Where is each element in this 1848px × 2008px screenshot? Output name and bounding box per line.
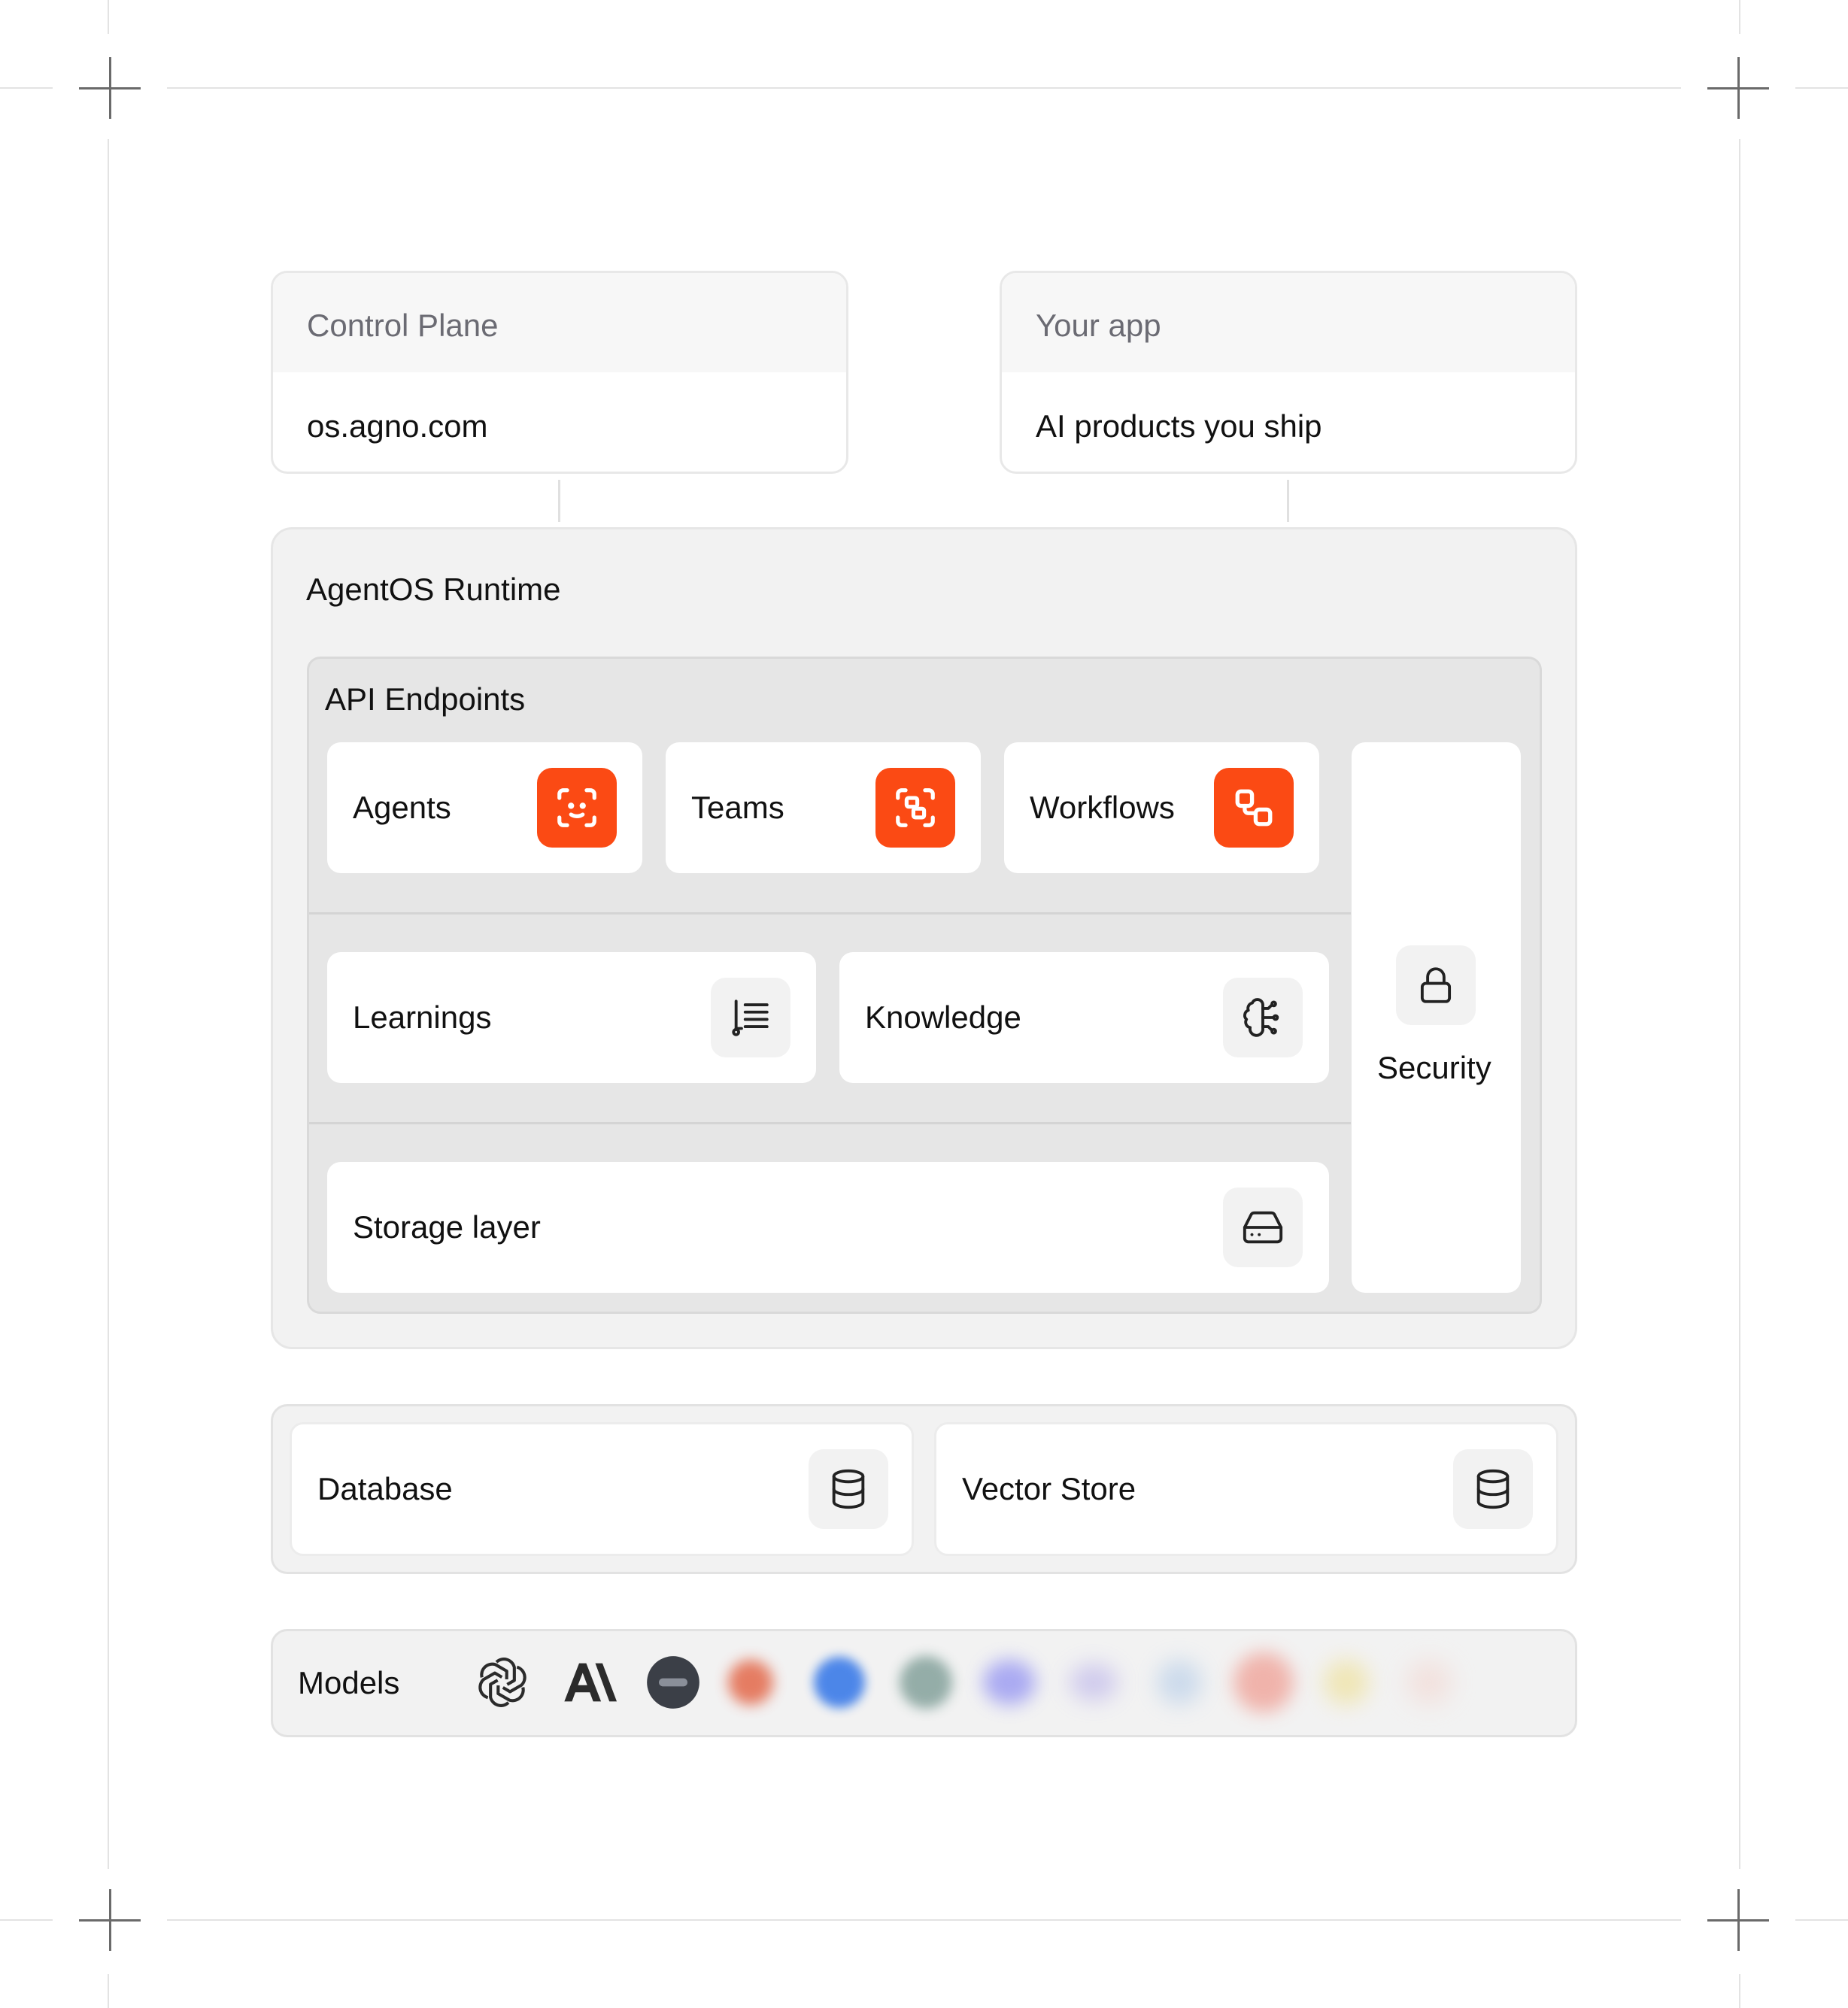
frame-line-top <box>1795 87 1848 89</box>
security-card[interactable] <box>1352 742 1521 1293</box>
anthropic-logo <box>560 1654 617 1711</box>
control-plane-card[interactable]: Control Plane os.agno.com <box>271 271 848 474</box>
learnings-label: Learnings <box>353 999 492 1035</box>
workflow-icon <box>1214 768 1294 848</box>
model-logo-7 <box>983 1660 1036 1705</box>
storage-layer-card[interactable]: Storage layer <box>327 1162 1329 1293</box>
connector-line <box>1287 480 1289 522</box>
runtime-title: AgentOS Runtime <box>306 572 561 607</box>
connector-line <box>558 480 560 522</box>
storage-layer-label: Storage layer <box>353 1209 541 1245</box>
brain-circuit-icon <box>1223 978 1303 1057</box>
workflows-card[interactable]: Workflows <box>1004 742 1319 873</box>
vector-store-card[interactable]: Vector Store <box>934 1422 1558 1556</box>
openai-logo <box>474 1654 531 1711</box>
workflows-label: Workflows <box>1030 790 1175 825</box>
knowledge-label: Knowledge <box>865 999 1021 1035</box>
frame-line-right <box>1739 1974 1740 2008</box>
model-logo-12 <box>1406 1660 1452 1705</box>
security-label: Security <box>1377 1050 1491 1085</box>
frame-line-bottom <box>167 1919 1681 1921</box>
team-scan-icon <box>875 768 955 848</box>
knowledge-card[interactable]: Knowledge <box>839 952 1329 1083</box>
vector-store-label: Vector Store <box>962 1471 1136 1506</box>
model-logo-6 <box>900 1656 952 1709</box>
frame-line-left <box>108 1974 109 2008</box>
model-logo-11 <box>1324 1660 1369 1705</box>
model-logo-5 <box>814 1657 865 1708</box>
models-label: Models <box>298 1665 400 1700</box>
your-app-description: AI products you ship <box>1036 408 1322 444</box>
control-plane-heading: Control Plane <box>307 308 499 343</box>
teams-card[interactable]: Teams <box>666 742 981 873</box>
control-plane-url: os.agno.com <box>307 408 488 444</box>
frame-line-right <box>1739 139 1740 1869</box>
model-logo-10 <box>1234 1652 1294 1712</box>
hard-drive-icon <box>1223 1188 1303 1267</box>
model-logo-8 <box>1070 1664 1118 1701</box>
frame-line-bottom <box>0 1919 53 1921</box>
frame-line-bottom <box>1795 1919 1848 1921</box>
model-logo-3 <box>645 1654 702 1711</box>
divider <box>309 1122 1351 1124</box>
frame-line-left <box>108 139 109 1869</box>
lock-icon <box>1396 945 1476 1025</box>
frame-line-right <box>1739 0 1740 34</box>
agents-label: Agents <box>353 790 451 825</box>
agents-card[interactable]: Agents <box>327 742 642 873</box>
api-endpoints-title: API Endpoints <box>325 681 526 717</box>
frame-line-left <box>108 0 109 34</box>
agent-scan-icon <box>537 768 617 848</box>
database-icon <box>1453 1449 1533 1529</box>
database-label: Database <box>317 1471 453 1506</box>
learnings-card[interactable]: Learnings <box>327 952 816 1083</box>
database-card[interactable]: Database <box>290 1422 914 1556</box>
your-app-heading: Your app <box>1036 308 1161 343</box>
your-app-card[interactable]: Your app AI products you ship <box>1000 271 1577 474</box>
list-tree-icon <box>711 978 790 1057</box>
frame-line-top <box>167 87 1681 89</box>
divider <box>309 912 1351 915</box>
model-logo-4 <box>728 1660 773 1705</box>
model-logo-9 <box>1157 1660 1202 1705</box>
teams-label: Teams <box>691 790 784 825</box>
frame-line-top <box>0 87 53 89</box>
database-icon <box>809 1449 888 1529</box>
